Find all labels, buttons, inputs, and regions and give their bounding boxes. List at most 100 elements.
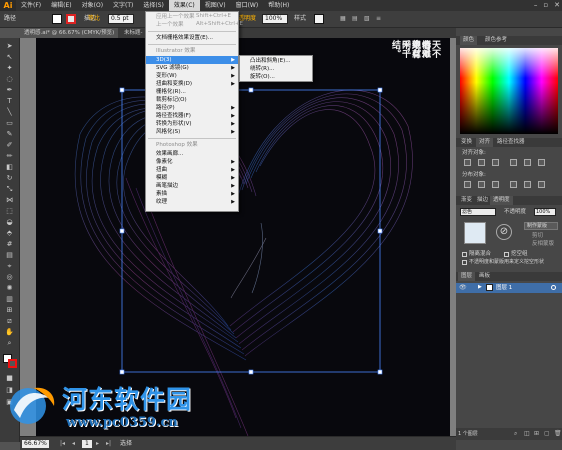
stroke-weight-input[interactable]: 0.5 pt [108, 14, 134, 24]
tab-align[interactable]: 对齐 [476, 138, 494, 147]
make-mask-button[interactable]: 制作蒙版 [524, 222, 558, 230]
locate-object-icon[interactable]: ⌕ [514, 430, 517, 438]
menu-window[interactable]: 窗口(W) [231, 0, 264, 11]
menu-sketch[interactable]: 素描 ▶ [146, 190, 238, 198]
distribute-left-icon[interactable] [510, 181, 517, 188]
menu-distort[interactable]: 扭曲 ▶ [146, 166, 238, 174]
tab-layers[interactable]: 图层 [458, 272, 476, 281]
slice-tool-icon[interactable]: ⧄ [3, 317, 16, 326]
layer-target-icon[interactable] [551, 285, 556, 290]
distribute-right-icon[interactable] [538, 181, 545, 188]
menu-effect[interactable]: 效果(C) [168, 0, 200, 11]
gradient-tool-icon[interactable]: ▤ [3, 251, 16, 260]
delete-layer-icon[interactable]: 🗑 [554, 430, 562, 437]
grid-icon[interactable]: ▦ [340, 14, 346, 24]
shape-builder-tool-icon[interactable]: ◒ [3, 218, 16, 227]
width-tool-icon[interactable]: ⋈ [3, 196, 16, 205]
menu-crop-marks[interactable]: 裁剪标记(O) [146, 96, 238, 104]
menu-rotate-3d[interactable]: 旋转(O)... [240, 73, 312, 81]
new-sublayer-icon[interactable]: ⊞ [534, 430, 539, 437]
rotate-tool-icon[interactable]: ↻ [3, 174, 16, 183]
first-page-icon[interactable]: |◂ [60, 440, 65, 448]
expand-arrow-icon[interactable]: ▶ [478, 284, 482, 290]
paintbrush-tool-icon[interactable]: ✎ [3, 130, 16, 139]
tab-pathfinder[interactable]: 路径查找器 [494, 138, 528, 147]
type-tool-icon[interactable]: T [3, 97, 16, 106]
align-center-h-icon[interactable] [478, 159, 485, 166]
menu-convert-to-shape[interactable]: 转换为形状(V) ▶ [146, 120, 238, 128]
page-field[interactable]: 1 [82, 440, 92, 448]
distribute-center-v-icon[interactable] [478, 181, 485, 188]
menu-brush-strokes[interactable]: 画笔描边 ▶ [146, 182, 238, 190]
prev-page-icon[interactable]: ◂ [72, 440, 75, 448]
menu-warp[interactable]: 变形(W) ▶ [146, 72, 238, 80]
stroke-color-icon[interactable] [8, 359, 17, 368]
tab-gradient[interactable]: 渐变 [458, 196, 475, 205]
next-page-icon[interactable]: ▸ [96, 440, 99, 448]
perspective-grid-tool-icon[interactable]: ⬘ [3, 229, 16, 238]
menu-rasterize[interactable]: 栅格化(R)... [146, 88, 238, 96]
menu-texture[interactable]: 纹理 ▶ [146, 198, 238, 206]
menu-distort-transform[interactable]: 扭曲和变换(D) ▶ [146, 80, 238, 88]
stroke-swatch[interactable] [66, 14, 76, 24]
object-thumbnail[interactable] [464, 222, 486, 244]
align-center-v-icon[interactable] [524, 159, 531, 166]
menu-view[interactable]: 视图(V) [200, 0, 231, 11]
pen-tool-icon[interactable]: ✒ [3, 86, 16, 95]
last-page-icon[interactable]: ▸| [106, 440, 111, 448]
menu-object[interactable]: 对象(O) [77, 0, 108, 11]
mesh-tool-icon[interactable]: # [3, 240, 16, 249]
menu-type[interactable]: 文字(T) [108, 0, 138, 11]
tab-transform[interactable]: 变换 [458, 138, 475, 147]
menu-revolve[interactable]: 绕转(R)... [240, 65, 312, 73]
isolate-blending-checkbox[interactable] [462, 252, 467, 257]
tab-stroke[interactable]: 描边 [474, 196, 491, 205]
blob-brush-tool-icon[interactable]: ✏ [3, 152, 16, 161]
menu-svg-filters[interactable]: SVG 滤镜(G) ▶ [146, 64, 238, 72]
menu-path[interactable]: 路径(P) ▶ [146, 104, 238, 112]
tab-artboards[interactable]: 画板 [476, 272, 493, 281]
menu-help[interactable]: 帮助(H) [263, 0, 294, 11]
align-left-icon[interactable] [464, 159, 471, 166]
style-swatch[interactable] [314, 14, 324, 24]
align-icon[interactable]: ▤ [352, 14, 358, 24]
knockout-group-checkbox[interactable] [504, 252, 509, 257]
tab-transparency[interactable]: 透明度 [490, 196, 513, 205]
lasso-tool-icon[interactable]: ◌ [3, 75, 16, 84]
maximize-icon[interactable]: ▫ [543, 1, 548, 9]
zoom-tool-icon[interactable]: ⌕ [3, 339, 16, 348]
make-clipping-mask-icon[interactable]: ◫ [524, 430, 530, 437]
graph-tool-icon[interactable]: ▥ [3, 295, 16, 304]
tab-color-guide[interactable]: 颜色参考 [482, 36, 510, 45]
free-transform-tool-icon[interactable]: ⬚ [3, 207, 16, 216]
eraser-tool-icon[interactable]: ◧ [3, 163, 16, 172]
align-bottom-icon[interactable] [538, 159, 545, 166]
menu-extrude-bevel[interactable]: 凸出和斜角(E)... [240, 57, 312, 65]
zoom-field[interactable]: 66.67% [22, 440, 49, 448]
artboard[interactable]: 天不老， 情难绝。 心似双丝网， 中有千千结。 [36, 38, 450, 436]
clip-checkbox-label[interactable]: 剪切 [532, 232, 543, 240]
menu-edit[interactable]: 编辑(E) [46, 0, 76, 11]
line-tool-icon[interactable]: ╲ [3, 108, 16, 117]
opacity-input[interactable]: 100% [262, 14, 288, 24]
fill-swatch[interactable] [52, 14, 62, 24]
transform-icon[interactable]: ▧ [364, 14, 370, 24]
align-right-icon[interactable] [492, 159, 499, 166]
minimize-icon[interactable]: – [534, 1, 538, 9]
rectangle-tool-icon[interactable]: ▭ [3, 119, 16, 128]
artboard-tool-icon[interactable]: ⊞ [3, 306, 16, 315]
doc-tab-active[interactable]: 透明感.ai* @ 66.67% (CMYK/预览) [20, 28, 119, 38]
distribute-top-icon[interactable] [464, 181, 471, 188]
eyedropper-tool-icon[interactable]: ⌖ [3, 262, 16, 271]
distribute-bottom-icon[interactable] [492, 181, 499, 188]
direct-selection-tool-icon[interactable]: ↖ [3, 53, 16, 62]
scale-tool-icon[interactable]: ⤡ [3, 185, 16, 194]
tab-color[interactable]: 颜色 [460, 36, 478, 45]
blend-tool-icon[interactable]: ◎ [3, 273, 16, 282]
selection-tool-icon[interactable]: ➤ [3, 42, 16, 51]
magic-wand-tool-icon[interactable]: ✦ [3, 64, 16, 73]
menu-pathfinder[interactable]: 路径查找器(F) ▶ [146, 112, 238, 120]
doc-tab-untitled[interactable]: 未标题- [120, 28, 147, 38]
new-layer-icon[interactable]: ▢ [544, 430, 550, 437]
menu-effect-gallery[interactable]: 效果画廊... [146, 150, 238, 158]
